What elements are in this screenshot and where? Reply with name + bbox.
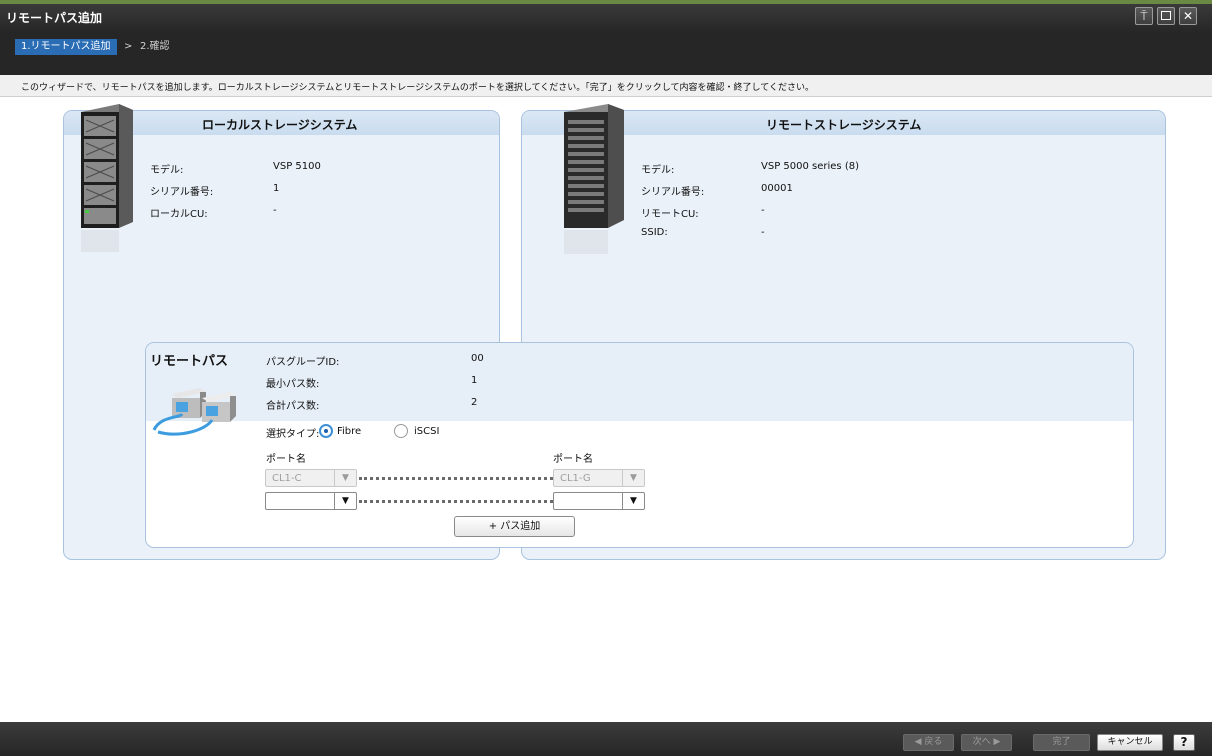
pin-icon[interactable]: ⍑	[1135, 7, 1153, 25]
remote-serial-label: シリアル番号:	[641, 187, 705, 198]
wizard-step-bar: 1.リモートパス追加 > 2.確認	[0, 33, 1212, 75]
chevron-down-icon[interactable]: ▼	[622, 470, 644, 486]
path-group-id-value: 00	[471, 353, 484, 364]
remote-port-value-1: CL1-G	[560, 473, 591, 484]
chevron-down-icon[interactable]: ▼	[334, 470, 356, 486]
title-bar: リモートパス追加	[0, 0, 1212, 33]
remote-port-select-2[interactable]: ▼	[553, 492, 645, 510]
remote-path-box	[145, 342, 1134, 548]
back-button[interactable]: ◀ 戻る	[903, 734, 954, 751]
remote-path-icon	[152, 388, 236, 436]
iscsi-radio-label[interactable]: iSCSI	[414, 426, 439, 437]
local-model-label: モデル:	[150, 165, 184, 176]
total-paths-value: 2	[471, 397, 478, 408]
next-button[interactable]: 次へ ▶	[961, 734, 1012, 751]
local-cu-value: -	[273, 205, 277, 216]
remote-serial-value: 00001	[761, 183, 793, 194]
local-cu-label: ローカルCU:	[150, 209, 208, 220]
add-path-button[interactable]: + パス追加	[454, 516, 575, 537]
step-remote-path-add: 1.リモートパス追加	[15, 39, 117, 55]
min-paths-label: 最小パス数:	[266, 379, 320, 390]
local-port-select-1[interactable]: CL1-C ▼	[265, 469, 357, 487]
total-paths-label: 合計パス数:	[266, 401, 320, 412]
finish-button[interactable]: 完了	[1033, 734, 1090, 751]
remote-port-label: ポート名	[553, 454, 593, 465]
maximize-icon[interactable]	[1157, 7, 1175, 25]
remote-storage-title: リモートストレージシステム	[766, 118, 922, 132]
iscsi-radio[interactable]	[394, 424, 408, 438]
local-storage-title: ローカルストレージシステム	[202, 118, 358, 132]
local-serial-label: シリアル番号:	[150, 187, 214, 198]
local-model-value: VSP 5100	[273, 161, 321, 172]
local-port-value-1: CL1-C	[272, 473, 302, 484]
fibre-radio[interactable]	[319, 424, 333, 438]
path-connector-1	[359, 477, 553, 480]
remote-ssid-value: -	[761, 227, 765, 238]
path-group-id-label: パスグループID:	[266, 357, 340, 368]
min-paths-value: 1	[471, 375, 478, 386]
local-port-select-2[interactable]: ▼	[265, 492, 357, 510]
step-confirm: 2.確認	[140, 41, 170, 52]
local-port-label: ポート名	[266, 454, 306, 465]
local-storage-server-icon	[81, 104, 133, 252]
remote-ssid-label: SSID:	[641, 227, 668, 238]
instruction-text: このウィザードで、リモートパスを追加します。ローカルストレージシステムとリモート…	[21, 83, 814, 93]
remote-cu-label: リモートCU:	[641, 209, 699, 220]
close-icon[interactable]: ✕	[1179, 7, 1197, 25]
remote-model-label: モデル:	[641, 165, 675, 176]
local-serial-value: 1	[273, 183, 280, 194]
window-title: リモートパス追加	[6, 11, 103, 25]
chevron-down-icon[interactable]: ▼	[334, 493, 356, 509]
help-button[interactable]: ?	[1173, 734, 1195, 751]
remote-storage-server-icon	[564, 104, 624, 254]
footer-bar	[0, 722, 1212, 756]
select-type-label: 選択タイプ:	[266, 429, 320, 440]
path-connector-2	[359, 500, 553, 503]
remote-port-select-1[interactable]: CL1-G ▼	[553, 469, 645, 487]
instruction-bar: このウィザードで、リモートパスを追加します。ローカルストレージシステムとリモート…	[0, 75, 1212, 97]
remote-model-value: VSP 5000 series (8)	[761, 161, 859, 172]
remote-path-title: リモートパス	[150, 354, 229, 369]
fibre-radio-label[interactable]: Fibre	[337, 426, 361, 437]
remote-cu-value: -	[761, 205, 765, 216]
cancel-button[interactable]: キャンセル	[1097, 734, 1163, 751]
chevron-down-icon[interactable]: ▼	[622, 493, 644, 509]
step-separator: >	[124, 41, 133, 52]
